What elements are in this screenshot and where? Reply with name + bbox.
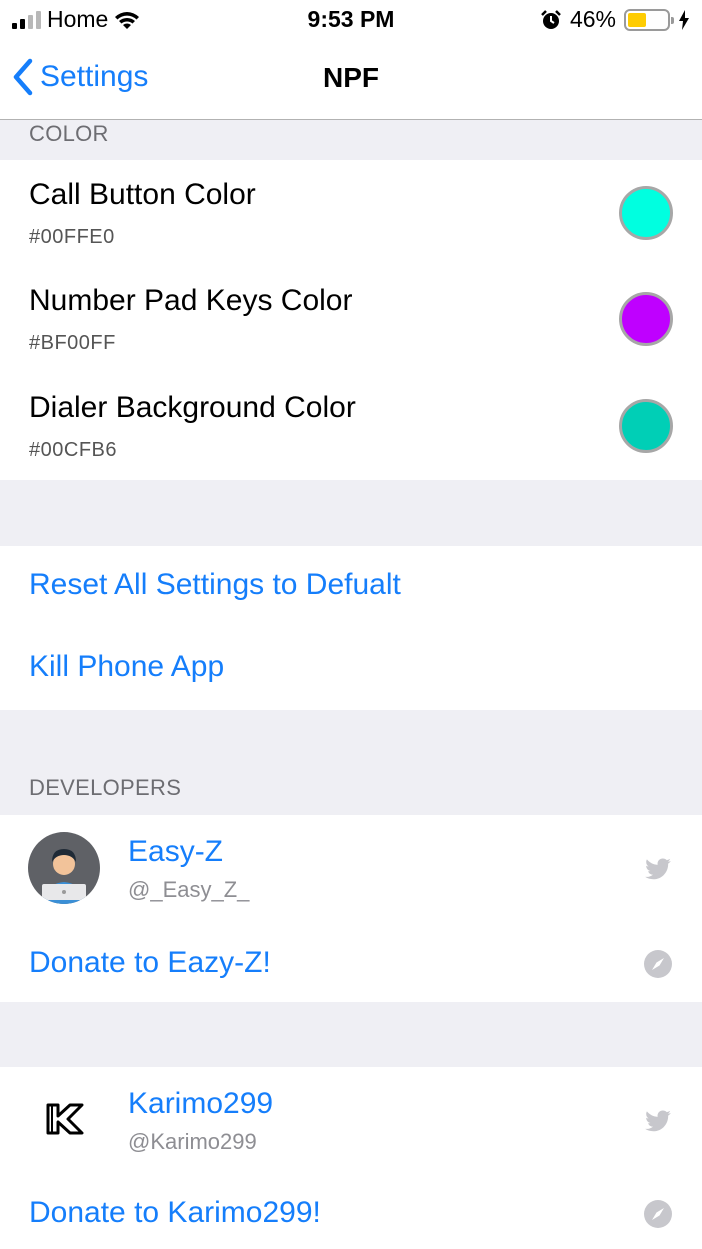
section-header-color: COLOR [29, 121, 109, 146]
color-row-value: #00FFE0 [29, 226, 115, 248]
twitter-icon [645, 1110, 671, 1132]
battery-percent: 46% [569, 6, 616, 32]
developer-group-easy-z: Easy-Z @_Easy_Z_ Donate to Eazy-Z! [0, 815, 702, 1002]
status-bar: Home 9:53 PM 46% [0, 0, 702, 40]
developer-name: Karimo299 [128, 1087, 274, 1120]
battery-icon [624, 8, 674, 31]
developer-handle: @_Easy_Z_ [128, 877, 250, 902]
color-swatch[interactable] [619, 186, 673, 240]
color-row-call-button[interactable]: Call Button Color #00FFE0 [0, 160, 702, 266]
alarm-icon [541, 9, 561, 29]
kill-phone-app-button[interactable]: Kill Phone App [29, 650, 224, 684]
page-title: NPF [323, 62, 379, 93]
status-right: 46% [540, 6, 690, 33]
settings-screen: Home 9:53 PM 46% Settings NPF COLOR Call… [0, 0, 702, 1249]
developer-logo [28, 1083, 100, 1155]
actions-group: Reset All Settings to Defualt Kill Phone… [0, 546, 702, 710]
section-header-developers: DEVELOPERS [29, 775, 182, 800]
color-row-dialer-background[interactable]: Dialer Background Color #00CFB6 [0, 373, 702, 480]
kill-phone-app-row[interactable]: Kill Phone App [0, 628, 702, 710]
donate-karimo299-link[interactable]: Donate to Karimo299! [29, 1196, 321, 1230]
donate-row[interactable]: Donate to Eazy-Z! [0, 920, 702, 1002]
color-swatch[interactable] [619, 292, 673, 346]
color-row-title: Dialer Background Color [29, 391, 356, 424]
developer-row[interactable]: Easy-Z @_Easy_Z_ [0, 815, 702, 920]
safari-compass-icon [644, 950, 672, 978]
safari-compass-icon [644, 1200, 672, 1228]
navigation-bar: Settings NPF [0, 40, 702, 120]
reset-settings-row[interactable]: Reset All Settings to Defualt [0, 546, 702, 628]
color-row-title: Number Pad Keys Color [29, 284, 353, 317]
donate-row[interactable]: Donate to Karimo299! [0, 1170, 702, 1249]
color-row-value: #BF00FF [29, 332, 116, 354]
color-swatch[interactable] [619, 399, 673, 453]
developer-avatar [28, 832, 100, 904]
developer-group-karimo299: Karimo299 @Karimo299 Donate to Karimo299… [0, 1067, 702, 1249]
color-row-number-pad-keys[interactable]: Number Pad Keys Color #BF00FF [0, 266, 702, 373]
reset-settings-button[interactable]: Reset All Settings to Defualt [29, 568, 401, 602]
color-group: Call Button Color #00FFE0 Number Pad Key… [0, 160, 702, 480]
color-row-value: #00CFB6 [29, 439, 117, 461]
developer-handle: @Karimo299 [128, 1129, 257, 1154]
donate-easy-z-link[interactable]: Donate to Eazy-Z! [29, 946, 271, 980]
charging-icon [679, 9, 689, 30]
twitter-icon [645, 858, 671, 880]
developer-row[interactable]: Karimo299 @Karimo299 [0, 1067, 702, 1170]
color-row-title: Call Button Color [29, 178, 256, 211]
developer-name: Easy-Z [128, 835, 224, 868]
